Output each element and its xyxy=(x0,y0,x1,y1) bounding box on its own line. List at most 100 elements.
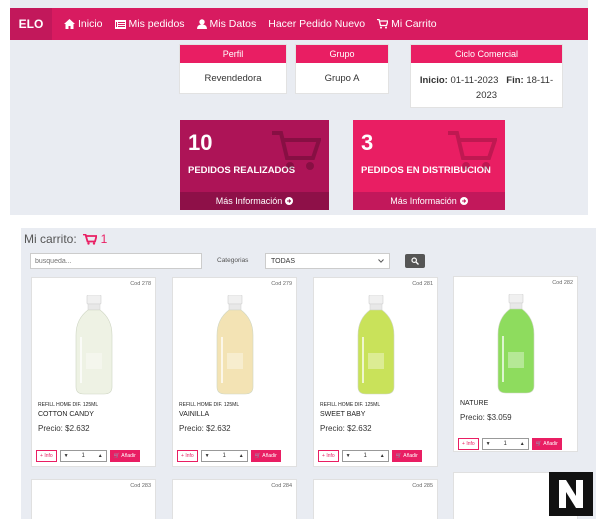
info-button[interactable]: + Info xyxy=(177,450,198,462)
ciclo-dates: Inicio: 01-11-2023 Fin: 18-11- 2023 xyxy=(411,63,562,103)
info-label: Info xyxy=(44,453,53,459)
ciclo-header: Ciclo Comercial xyxy=(411,45,562,63)
nav-item-mis-pedidos[interactable]: Mis pedidos xyxy=(114,18,185,30)
nav-item-inicio[interactable]: Inicio xyxy=(64,18,103,30)
page: ELO Inicio Mis pedidos Mis Datos Hacer P… xyxy=(0,0,600,519)
increment-icon[interactable]: ▲ xyxy=(98,453,103,459)
increment-icon[interactable]: ▲ xyxy=(380,453,385,459)
decrement-icon[interactable]: ▼ xyxy=(346,453,351,459)
product-image xyxy=(179,290,291,400)
product-code: Cod 285 xyxy=(412,483,433,489)
nav-label: Mis pedidos xyxy=(128,18,185,30)
navbar: ELO Inicio Mis pedidos Mis Datos Hacer P… xyxy=(10,8,588,40)
cart-count: 1 xyxy=(100,232,108,246)
product-kind: REFILL HOME DIF. 125ML xyxy=(179,402,240,408)
ciclo-end-year: 2023 xyxy=(475,90,498,101)
add-label: Añadir xyxy=(262,453,277,459)
perfil-header: Perfil xyxy=(180,45,286,63)
info-button[interactable]: + Info xyxy=(458,438,479,450)
cart-title: Mi carrito: 1 xyxy=(24,232,107,246)
product-name: SWEET BABY xyxy=(320,411,366,418)
product-controls: + Info ▼ 1 ▲ 🛒 Añadir xyxy=(36,450,140,462)
cart-icon[interactable] xyxy=(82,233,97,245)
quantity-stepper[interactable]: ▼ 1 ▲ xyxy=(59,450,107,462)
nav-item-hacer-pedido[interactable]: Hacer Pedido Nuevo xyxy=(268,18,365,30)
quantity-stepper[interactable]: ▼ 1 ▲ xyxy=(341,450,389,462)
info-button[interactable]: + Info xyxy=(36,450,57,462)
product-controls: + Info ▼ 1 ▲ 🛒 Añadir xyxy=(458,438,562,450)
product-price: Precio: $3.059 xyxy=(460,413,512,422)
cart-icon xyxy=(447,130,498,177)
category-select[interactable]: TODAS xyxy=(265,253,390,269)
search-button[interactable] xyxy=(405,254,425,268)
search-input[interactable] xyxy=(30,253,202,269)
nav-label: Inicio xyxy=(78,18,103,30)
product-card: Cod 281 REFILL HOME DIF. 125ML SWEET BABY P… xyxy=(313,277,438,467)
perfil-value: Revendedora xyxy=(204,73,262,84)
nav-label: Mis Datos xyxy=(209,18,257,30)
add-to-cart-button[interactable]: 🛒 Añadir xyxy=(109,450,140,462)
product-card: Cod 282 NATURE Precio: $3.059 + Info ▼ 1 ▲ 🛒 Añ… xyxy=(453,276,578,452)
grupo-header: Grupo xyxy=(296,45,388,63)
cart-title-label: Mi carrito: xyxy=(24,232,77,246)
product-price: Precio: $2.632 xyxy=(320,424,372,433)
product-card: Cod 283 xyxy=(31,479,156,519)
cart-icon: 🛒 xyxy=(535,441,544,447)
quantity-value: 1 xyxy=(363,453,367,459)
product-image xyxy=(320,290,432,400)
nav-label: Mi Carrito xyxy=(391,18,437,30)
nav-item-mis-datos[interactable]: Mis Datos xyxy=(196,18,257,30)
cart-screen: Mi carrito: 1 Categorias TODAS Cod 278 RE… xyxy=(21,228,596,519)
brand-logo[interactable]: ELO xyxy=(10,8,52,40)
quantity-value: 1 xyxy=(222,453,226,459)
quantity-value: 1 xyxy=(503,441,507,447)
add-to-cart-button[interactable]: 🛒 Añadir xyxy=(531,438,562,450)
user-icon xyxy=(196,19,207,29)
increment-icon[interactable]: ▲ xyxy=(239,453,244,459)
cart-icon xyxy=(271,130,322,177)
stat-pedidos-realizados: 10 PEDIDOS REALIZADOS Más Información xyxy=(180,120,329,210)
product-image xyxy=(460,289,572,399)
product-image xyxy=(38,290,150,400)
ciclo-start-label: Inicio: xyxy=(419,75,448,86)
decrement-icon[interactable]: ▼ xyxy=(64,453,69,459)
more-info-link[interactable]: Más Información xyxy=(353,192,505,210)
add-to-cart-button[interactable]: 🛒 Añadir xyxy=(391,450,422,462)
more-info-link[interactable]: Más Información xyxy=(180,192,329,210)
add-label: Añadir xyxy=(543,441,558,447)
product-card: Cod 278 REFILL HOME DIF. 125ML COTTON CAND… xyxy=(31,277,156,467)
arrow-circle-icon xyxy=(285,197,294,205)
product-price: Precio: $2.632 xyxy=(38,424,90,433)
info-label: Info xyxy=(185,453,194,459)
more-info-label: Más Información xyxy=(215,196,283,206)
stat-number: 10 xyxy=(188,130,213,155)
list-icon xyxy=(114,19,126,29)
home-icon xyxy=(64,19,75,29)
grupo-value: Grupo A xyxy=(324,73,360,84)
product-name: COTTON CANDY xyxy=(38,411,94,418)
stat-pedidos-distribucion: 3 PEDIDOS EN DISTRIBUCION Más Informació… xyxy=(353,120,505,210)
info-button[interactable]: + Info xyxy=(318,450,339,462)
product-code: Cod 283 xyxy=(130,483,151,489)
product-name: VAINILLA xyxy=(179,411,210,418)
category-selected: TODAS xyxy=(271,257,295,265)
product-card: Cod 279 REFILL HOME DIF. 125ML VAINILLA Pre… xyxy=(172,277,297,467)
chevron-down-icon xyxy=(378,259,384,263)
decrement-icon[interactable]: ▼ xyxy=(205,453,210,459)
cart-icon: 🛒 xyxy=(254,453,263,459)
increment-icon[interactable]: ▲ xyxy=(520,441,525,447)
ciclo-end-label: Fin: xyxy=(506,75,524,86)
quantity-stepper[interactable]: ▼ 1 ▲ xyxy=(481,438,529,450)
decrement-icon[interactable]: ▼ xyxy=(486,441,491,447)
product-code: Cod 279 xyxy=(271,281,292,287)
add-to-cart-button[interactable]: 🛒 Añadir xyxy=(250,450,281,462)
watermark-logo xyxy=(549,472,593,516)
cart-icon: 🛒 xyxy=(395,453,404,459)
more-info-label: Más Información xyxy=(390,196,457,206)
nav-item-mi-carrito[interactable]: Mi Carrito xyxy=(377,18,437,30)
add-label: Añadir xyxy=(403,453,418,459)
quantity-stepper[interactable]: ▼ 1 ▲ xyxy=(200,450,248,462)
arrow-circle-icon xyxy=(459,197,468,205)
categories-label: Categorias xyxy=(217,257,249,264)
nav-label: Hacer Pedido Nuevo xyxy=(268,18,366,30)
